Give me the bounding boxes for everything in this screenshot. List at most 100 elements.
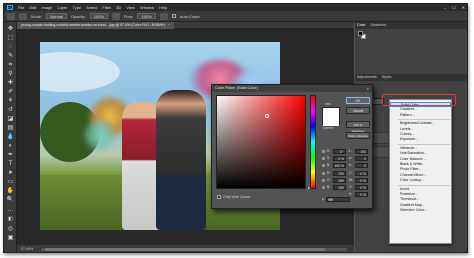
only-web-colors-checkbox[interactable] (217, 195, 221, 200)
tab-swatches[interactable]: Swatches (371, 22, 387, 29)
input-g[interactable]: 255 (333, 178, 346, 183)
dialog-close-icon[interactable]: × (367, 85, 369, 92)
input-c[interactable]: 0 % (355, 171, 368, 176)
input-blue[interactable]: 255 (333, 185, 346, 190)
pen-tool-icon[interactable]: ✒ (7, 151, 14, 158)
more-tools-icon[interactable]: … (7, 206, 14, 213)
close-button[interactable]: ✕ (462, 5, 465, 10)
input-b[interactable]: 100 % (333, 163, 346, 168)
radio-g[interactable] (322, 179, 325, 182)
radio-h[interactable] (322, 150, 325, 153)
eyedropper-tool-icon[interactable]: ⚲ (7, 70, 14, 77)
radio-blue[interactable] (322, 186, 325, 189)
hue-slider[interactable] (310, 95, 316, 189)
input-lab-b[interactable]: 0 (355, 163, 368, 168)
radio-r[interactable] (322, 172, 325, 175)
opacity-field[interactable]: 100% (89, 13, 108, 19)
menu-view[interactable]: View (126, 5, 135, 10)
tab-adjustments[interactable]: Adjustments (357, 74, 377, 81)
horizontal-scrollbar[interactable] (41, 248, 347, 251)
input-s[interactable]: 0 % (333, 156, 346, 161)
screen-mode-icon[interactable]: ▣ (7, 234, 14, 241)
color-field[interactable] (216, 95, 306, 189)
tab-color[interactable]: Color (357, 22, 366, 29)
input-k[interactable]: 0 % (355, 192, 368, 197)
radio-s[interactable] (322, 157, 325, 160)
menu-item[interactable]: Pattern... (390, 113, 451, 118)
menu-item[interactable]: Threshold... (390, 197, 451, 202)
zoom-tool-icon[interactable]: 🔍 (7, 196, 14, 203)
menu-image[interactable]: Image (41, 5, 52, 10)
color-picker-ring[interactable] (265, 114, 269, 118)
menu-help[interactable]: Help (159, 5, 167, 10)
history-brush-tool-icon[interactable]: ↺ (7, 106, 14, 113)
airbrush-icon[interactable] (159, 12, 168, 20)
menu-item[interactable]: Photo Filter... (390, 167, 451, 172)
menu-item[interactable]: Gradient... (390, 107, 451, 112)
marquee-tool-icon[interactable]: ⬚ (7, 34, 14, 41)
tab-styles[interactable]: Styles (382, 74, 392, 81)
move-tool-icon[interactable]: ✥ (7, 25, 14, 32)
minimize-button[interactable]: – (444, 5, 446, 10)
brush-tool-icon[interactable]: ✐ (7, 88, 14, 95)
dodge-tool-icon[interactable]: ◐ (7, 142, 14, 149)
ok-button[interactable]: OK (346, 97, 370, 104)
menu-item[interactable]: Exposure... (390, 137, 451, 142)
scrollbar-thumb[interactable] (45, 248, 325, 251)
add-to-swatches-button[interactable]: Add to Swatches (346, 121, 370, 133)
type-tool-icon[interactable]: T (7, 160, 14, 167)
eraser-tool-icon[interactable]: ◪ (7, 115, 14, 122)
menu-type[interactable]: Type (73, 5, 82, 10)
only-web-colors-option[interactable]: Only Web Colors (217, 195, 250, 200)
hex-input[interactable]: ffffff (325, 197, 350, 202)
cancel-button[interactable]: Cancel (346, 107, 370, 114)
mode-dropdown[interactable]: Normal (46, 13, 68, 19)
brush-preset-icon[interactable] (19, 12, 27, 20)
tool-preset-icon[interactable] (7, 12, 15, 20)
menu-item[interactable]: Hue/Saturation... (390, 151, 451, 156)
menu-item[interactable]: Selective Color... (390, 208, 451, 213)
maximize-button[interactable]: ☐ (452, 5, 456, 10)
path-select-tool-icon[interactable]: ➤ (7, 169, 14, 176)
foreground-swatch[interactable] (358, 31, 363, 36)
input-l[interactable]: 100 (355, 149, 368, 154)
menu-edit[interactable]: Edit (29, 5, 36, 10)
menu-item[interactable]: Brightness/Contrast... (390, 121, 451, 126)
input-h[interactable]: 0 ° (333, 149, 346, 154)
quick-mask-icon[interactable]: ◎ (7, 225, 14, 232)
crop-tool-icon[interactable]: ⌗ (7, 61, 14, 68)
menu-item[interactable]: Color Lookup... (390, 178, 451, 183)
menu-select[interactable]: Select (86, 5, 97, 10)
menu-file[interactable]: File (18, 5, 24, 10)
menu-item[interactable]: Levels... (390, 127, 451, 132)
menu-filter[interactable]: Filter (102, 5, 111, 10)
current-color-swatch[interactable] (323, 117, 339, 126)
menu-item[interactable]: Invert (390, 187, 451, 192)
input-r[interactable]: 255 (333, 171, 346, 176)
clone-stamp-tool-icon[interactable]: ⚘ (7, 97, 14, 104)
menu-layer[interactable]: Layer (57, 5, 67, 10)
blur-tool-icon[interactable]: 💧 (7, 133, 14, 140)
foreground-background-color-icon[interactable]: ◧ (7, 215, 14, 222)
close-tab-icon[interactable]: × (168, 23, 170, 27)
flow-field[interactable]: 100% (137, 13, 156, 19)
hand-tool-icon[interactable]: ✋ (7, 187, 14, 194)
input-y[interactable]: 0 % (355, 185, 368, 190)
hue-slider-arrow-icon[interactable]: ▸ (308, 185, 310, 190)
menu-window[interactable]: Window (140, 5, 154, 10)
input-a[interactable]: 0 (355, 156, 368, 161)
radio-b[interactable] (322, 164, 325, 167)
menu-item[interactable]: Color Balance... (390, 157, 451, 162)
menu-3d[interactable]: 3D (116, 5, 121, 10)
pressure-opacity-icon[interactable] (111, 12, 120, 20)
input-m[interactable]: 0 % (355, 178, 368, 183)
rectangle-tool-icon[interactable]: ▭ (7, 178, 14, 185)
document-tab[interactable]: young-couple-holding-colorful-smoke-bomb… (17, 22, 175, 29)
color-libraries-button[interactable]: Color Libraries (346, 132, 370, 139)
zoom-level[interactable]: 57.44% (21, 247, 33, 251)
lasso-tool-icon[interactable]: ◌ (7, 43, 14, 50)
healing-brush-tool-icon[interactable]: ✚ (7, 79, 14, 86)
quick-select-tool-icon[interactable]: ✎ (7, 52, 14, 59)
gradient-tool-icon[interactable]: ▤ (7, 124, 14, 131)
photoshop-logo[interactable]: Ps (7, 5, 13, 10)
